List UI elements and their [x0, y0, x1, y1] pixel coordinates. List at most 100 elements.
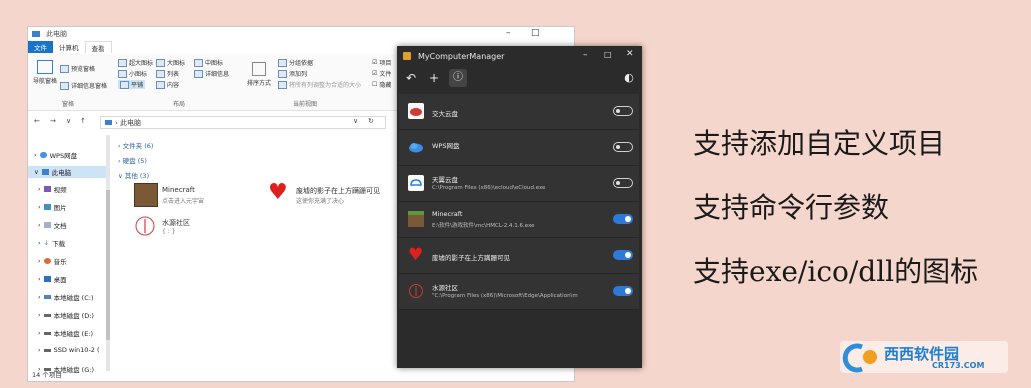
item-toggle[interactable]: [613, 214, 633, 224]
maximize-icon[interactable]: □: [531, 28, 540, 38]
item-toggle[interactable]: [613, 106, 633, 116]
item-name: 交大云盘: [432, 110, 458, 118]
extension-checkbox[interactable]: ☑ 文件: [372, 69, 391, 78]
nav-label: 本地磁盘 (C:): [53, 294, 94, 302]
minimize-icon[interactable]: –: [583, 50, 588, 60]
item-toggle[interactable]: [613, 250, 633, 260]
back-icon[interactable]: ←: [34, 117, 40, 125]
up-icon[interactable]: ↑: [80, 117, 86, 125]
item-name: 废墟的影子在上方蹒跚可见: [296, 187, 380, 195]
nav-item-this-pc[interactable]: ∨ 此电脑: [28, 166, 110, 178]
forward-icon[interactable]: →: [50, 117, 56, 125]
chevron-right-icon: ›: [38, 257, 41, 265]
item-toggle[interactable]: [613, 286, 633, 296]
nav-scrollbar[interactable]: [106, 135, 110, 371]
list-item-undertale[interactable]: ♥ 废墟的影子在上方蹒跚可见: [399, 238, 639, 274]
medium-icons-icon: [194, 58, 203, 67]
add-column-button[interactable]: 添加列: [278, 69, 307, 78]
section-drives[interactable]: › 硬盘 (5): [118, 155, 147, 165]
nav-label: 本地磁盘 (D:): [53, 312, 94, 320]
item-path: "C:\Program Files (x86)\Microsoft\Edge\A…: [432, 293, 578, 299]
section-folders[interactable]: › 文件夹 (6): [118, 140, 153, 150]
cloud-icon: [39, 152, 47, 158]
nav-item-drive-e[interactable]: › 本地磁盘 (E:): [38, 328, 93, 338]
cloud-red-icon: [408, 103, 424, 119]
layout-label: 超大图标: [129, 60, 154, 67]
list-item-shuiyuan[interactable]: 水源社区 "C:\Program Files (x86)\Microsoft\E…: [399, 274, 639, 310]
preview-pane-icon: [60, 64, 69, 73]
nav-label: 桌面: [53, 276, 67, 284]
theme-toggle-icon[interactable]: ◐: [620, 69, 638, 87]
nav-item-wps[interactable]: › WPS网盘: [34, 150, 77, 160]
layout-xl-icons[interactable]: 超大图标: [118, 58, 153, 67]
nav-label: 文档: [53, 222, 67, 230]
video-icon: [43, 186, 51, 192]
preview-pane-button[interactable]: 预览窗格: [60, 64, 95, 73]
list-item-jiaoda[interactable]: 交大云盘: [399, 94, 639, 130]
item-checkbox[interactable]: ☑ 项目: [372, 58, 391, 67]
item-name: 水源社区: [432, 284, 458, 292]
chevron-down-icon[interactable]: ∨: [353, 117, 358, 125]
layout-medium-icons[interactable]: 中图标: [194, 58, 223, 67]
nav-item-ssd[interactable]: › SSD win10-2 (: [38, 346, 100, 354]
app-titlebar: MyComputerManager – □ ✕: [397, 46, 642, 66]
fit-columns-icon: [278, 80, 287, 89]
section-other[interactable]: ∨ 其他 (3): [118, 170, 149, 180]
download-icon: ↓: [43, 239, 50, 247]
tab-computer[interactable]: 计算机: [53, 41, 85, 53]
address-field[interactable]: › 此电脑: [100, 116, 386, 129]
nav-item-pictures[interactable]: › 图片: [38, 202, 67, 212]
nav-label: 下载: [52, 240, 66, 248]
nav-item-drive-c[interactable]: › 本地磁盘 (C:): [38, 292, 93, 302]
nav-item-videos[interactable]: › 视频: [38, 184, 67, 194]
layout-content[interactable]: 内容: [156, 80, 179, 89]
layout-tiles[interactable]: 平铺: [118, 80, 146, 89]
nav-pane-icon: [37, 60, 53, 74]
layout-list[interactable]: 列表: [156, 69, 179, 78]
item-toggle[interactable]: [613, 142, 633, 152]
list-item-minecraft[interactable]: Minecraft 点击进入元宇宙: [134, 183, 274, 213]
list-item-minecraft[interactable]: Minecraft E:\软件\游戏软件\mc\HMCL-2.4.1.6.exe: [399, 202, 639, 238]
explorer-titlebar: 此电脑: [28, 27, 574, 41]
list-item-undertale[interactable]: ♥ 废墟的影子在上方蹒跚可见 这使你充满了决心: [268, 181, 418, 213]
computer-icon: [41, 169, 49, 175]
item-toggle[interactable]: [613, 178, 633, 188]
drive-icon: [43, 295, 51, 299]
minimize-icon[interactable]: –: [506, 28, 511, 38]
fit-columns-button[interactable]: 将所有列调整为合适的大小: [278, 80, 361, 89]
layout-details[interactable]: 详细信息: [194, 69, 229, 78]
list-item-shuiyuan[interactable]: 水源社区 { : }: [134, 215, 274, 245]
checkbox-label: 项目: [379, 60, 392, 67]
item-name: Minecraft: [432, 210, 463, 218]
nav-label: 音乐: [53, 258, 67, 266]
watermark-logo: 西西软件园 CR173.COM: [840, 339, 1008, 375]
maximize-icon[interactable]: □: [604, 50, 612, 59]
nav-pane-button[interactable]: 导航窗格: [33, 60, 57, 85]
nav-item-music[interactable]: › 音乐: [38, 256, 67, 266]
layout-label: 大图标: [167, 60, 186, 67]
tab-view[interactable]: 查看: [84, 41, 112, 53]
checkbox-label: 隐藏: [379, 82, 392, 89]
refresh-icon[interactable]: ↻: [368, 117, 374, 125]
nav-item-drive-d[interactable]: › 本地磁盘 (D:): [38, 310, 94, 320]
nav-item-desktop[interactable]: › 桌面: [38, 274, 67, 284]
details-pane-button[interactable]: 详细信息窗格: [60, 81, 107, 90]
chevron-right-icon: ›: [38, 185, 41, 193]
navigation-pane: › WPS网盘 ∨ 此电脑 › 视频 › 图片 › 文档 › ↓ 下载 › 音乐 › 桌面 › 本地…: [28, 135, 110, 374]
tab-file[interactable]: 文件: [28, 41, 53, 53]
sort-by-button[interactable]: 排序方式: [247, 62, 271, 87]
undo-icon[interactable]: ↶: [402, 69, 420, 87]
hidden-checkbox[interactable]: ☐ 隐藏: [372, 80, 391, 89]
list-item-ecloud[interactable]: 天翼云盘 C:\Program Files (x86)\ecloud\eClou…: [399, 166, 639, 202]
info-icon[interactable]: ⓘ: [449, 69, 467, 87]
layout-large-icons[interactable]: 大图标: [156, 58, 185, 67]
nav-item-downloads[interactable]: › ↓ 下载: [38, 238, 65, 248]
nav-item-documents[interactable]: › 文档: [38, 220, 67, 230]
group-by-button[interactable]: 分组依据: [278, 58, 313, 67]
add-icon[interactable]: +: [425, 69, 443, 87]
list-item-wps[interactable]: WPS网盘: [399, 130, 639, 166]
scrollbar-thumb[interactable]: [106, 190, 110, 340]
chevron-down-icon[interactable]: ∨: [66, 117, 71, 125]
layout-small-icons[interactable]: 小图标: [118, 69, 147, 78]
close-icon[interactable]: ✕: [626, 49, 634, 59]
